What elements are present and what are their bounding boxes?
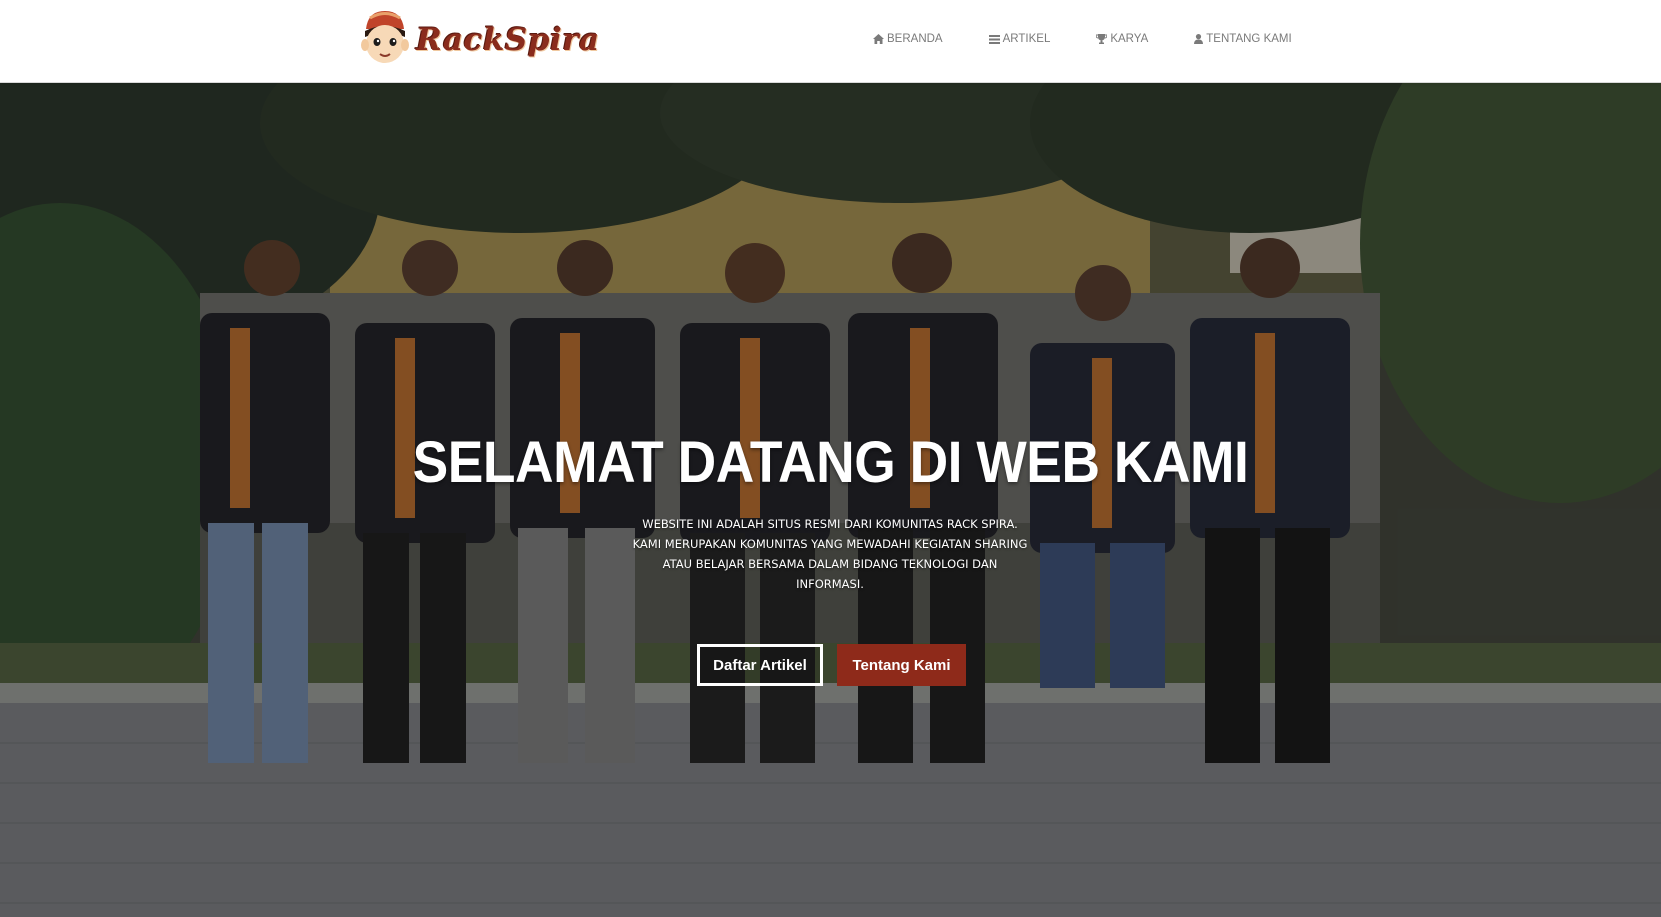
hero-title: SELAMAT DATANG DI WEB KAMI bbox=[412, 430, 1249, 495]
list-icon bbox=[988, 34, 1000, 44]
tentang-kami-button[interactable]: Tentang Kami bbox=[837, 644, 966, 686]
user-icon bbox=[1194, 34, 1204, 44]
home-icon bbox=[873, 34, 884, 44]
nav-label-beranda: BERANDA bbox=[887, 33, 943, 45]
hero-section: SELAMAT DATANG DI WEB KAMI WEBSITE INI A… bbox=[0, 83, 1661, 917]
nav-label-tentang-kami: TENTANG KAMI bbox=[1206, 33, 1292, 45]
hero-dark-overlay bbox=[0, 83, 1661, 917]
top-navbar: RackSpira BERANDA ARTIKEL KARYA TENTANG … bbox=[0, 0, 1661, 83]
nav-label-artikel: ARTIKEL bbox=[1002, 33, 1051, 45]
nav-label-karya: KARYA bbox=[1110, 33, 1149, 45]
trophy-icon bbox=[1096, 34, 1108, 44]
brand-name: RackSpira bbox=[416, 22, 600, 58]
mascot-face-icon bbox=[361, 11, 409, 63]
main-nav: BERANDA ARTIKEL KARYA TENTANG KAMI bbox=[873, 30, 1292, 48]
nav-item-tentang-kami[interactable]: TENTANG KAMI bbox=[1194, 30, 1292, 48]
hero-description: WEBSITE INI ADALAH SITUS RESMI DARI KOMU… bbox=[632, 517, 1028, 591]
nav-item-artikel[interactable]: ARTIKEL bbox=[988, 30, 1051, 48]
nav-item-karya[interactable]: KARYA bbox=[1096, 30, 1148, 48]
site-logo[interactable]: RackSpira bbox=[360, 8, 600, 68]
daftar-artikel-button[interactable]: Daftar Artikel bbox=[697, 644, 823, 686]
nav-item-beranda[interactable]: BERANDA bbox=[873, 30, 943, 48]
